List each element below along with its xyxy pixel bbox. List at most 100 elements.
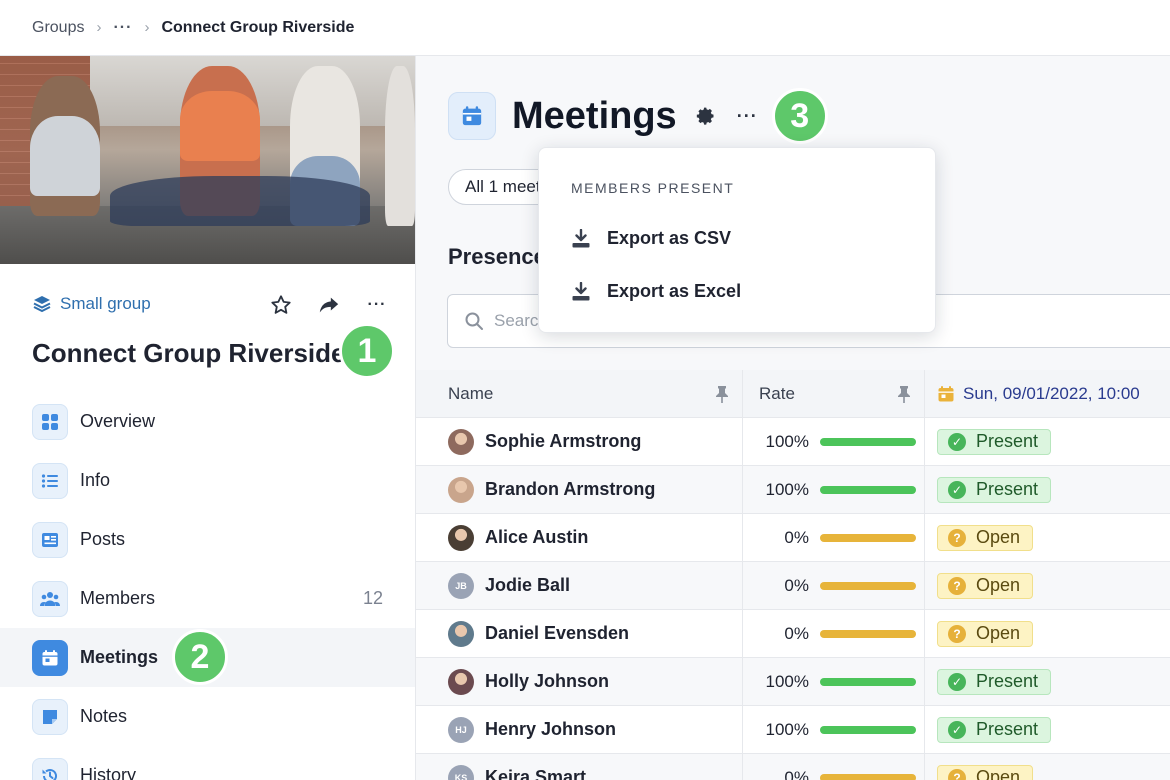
column-header-label: Rate <box>759 383 795 403</box>
page-header: Meetings ··· 3 <box>448 88 828 144</box>
status-badge[interactable]: ? Open <box>937 620 1034 647</box>
sidebar: Small group ··· Connect Group Riverside … <box>0 56 416 780</box>
column-header-label: Sun, 09/01/2022, 10:00 <box>963 383 1140 403</box>
rate-value: 0% <box>784 575 809 595</box>
member-name[interactable]: Sophie Armstrong <box>485 431 641 452</box>
page-title: Meetings <box>512 94 677 137</box>
rate-value: 100% <box>765 671 809 691</box>
attendance-cell: ✓ Present <box>925 658 1170 705</box>
sidebar-item-overview[interactable]: Overview <box>0 392 415 451</box>
calendar-icon <box>448 92 496 140</box>
sidebar-item-label: Notes <box>80 706 128 726</box>
pin-icon[interactable] <box>896 385 912 403</box>
sidebar-item-posts[interactable]: Posts <box>0 510 415 569</box>
status-badge[interactable]: ✓ Present <box>937 668 1052 695</box>
member-name[interactable]: Brandon Armstrong <box>485 479 655 500</box>
status-badge[interactable]: ✓ Present <box>937 428 1052 455</box>
rate-value: 100% <box>765 479 809 499</box>
newspaper-icon <box>32 521 68 558</box>
export-csv-menu-item[interactable]: Export as CSV <box>571 228 731 249</box>
attendance-cell: ? Open <box>925 514 1170 561</box>
status-badge[interactable]: ? Open <box>937 524 1034 551</box>
gear-icon[interactable] <box>695 105 717 127</box>
member-name[interactable]: Keira Smart <box>485 767 586 780</box>
status-label: Open <box>976 575 1021 595</box>
column-header-name[interactable]: Name <box>416 370 743 417</box>
status-badge[interactable]: ? Open <box>937 764 1034 780</box>
avatar[interactable] <box>448 524 474 551</box>
sidebar-item-history[interactable]: History <box>0 746 415 780</box>
rate-cell: 0% <box>743 562 925 609</box>
rate-bar <box>820 725 916 734</box>
people-icon <box>32 580 68 617</box>
more-options-icon[interactable]: ··· <box>364 292 390 318</box>
rate-cell: 100% <box>743 418 925 465</box>
status-label: Open <box>976 527 1021 547</box>
more-options-icon[interactable]: ··· <box>737 106 758 127</box>
check-icon: ✓ <box>948 432 966 451</box>
table-row[interactable]: KS Keira Smart 0% ? Open <box>416 754 1170 780</box>
avatar[interactable] <box>448 428 474 455</box>
table-header-row: Name Rate Sun, 09/01/2022, 10:00 <box>416 370 1170 418</box>
attendance-cell: ✓ Present <box>925 466 1170 513</box>
name-cell: JB Jodie Ball <box>416 562 743 609</box>
status-label: Present <box>976 671 1039 691</box>
annotation-badge-2: 2 <box>172 629 228 685</box>
breadcrumb-ellipsis[interactable]: ··· <box>113 19 132 37</box>
member-name[interactable]: Jodie Ball <box>485 575 570 596</box>
status-badge[interactable]: ? Open <box>937 572 1034 599</box>
rate-cell: 100% <box>743 466 925 513</box>
table-row[interactable]: Sophie Armstrong 100% ✓ Present <box>416 418 1170 466</box>
status-badge[interactable]: ✓ Present <box>937 716 1052 743</box>
question-icon: ? <box>948 624 966 643</box>
table-row[interactable]: Brandon Armstrong 100% ✓ Present <box>416 466 1170 514</box>
sidebar-item-notes[interactable]: Notes <box>0 687 415 746</box>
rate-bar <box>820 629 916 638</box>
column-header-meeting-date[interactable]: Sun, 09/01/2022, 10:00 <box>925 370 1170 417</box>
group-actions: ··· <box>268 292 390 318</box>
breadcrumb-groups-link[interactable]: Groups <box>32 19 84 37</box>
member-name[interactable]: Henry Johnson <box>485 719 616 740</box>
avatar[interactable]: JB <box>448 572 474 599</box>
table-row[interactable]: Daniel Evensden 0%? Open <box>416 610 1170 658</box>
attendance-cell: ? Open <box>925 754 1170 780</box>
share-icon[interactable] <box>316 292 342 318</box>
table-row[interactable]: JB Jodie Ball 0% ? Open <box>416 562 1170 610</box>
status-badge[interactable]: ✓ Present <box>937 476 1052 503</box>
sidebar-item-info[interactable]: Info <box>0 451 415 510</box>
sidebar-item-members[interactable]: Members 12 <box>0 569 415 628</box>
check-icon: ✓ <box>948 672 966 691</box>
avatar[interactable]: HJ <box>448 716 474 743</box>
sidebar-item-meetings[interactable]: Meetings 2 <box>0 628 415 687</box>
avatar[interactable]: KS <box>448 764 474 780</box>
menu-item-label: Export as Excel <box>607 281 742 301</box>
member-name[interactable]: Alice Austin <box>485 527 588 548</box>
download-icon <box>572 228 590 247</box>
column-header-rate[interactable]: Rate <box>743 370 925 417</box>
attendance-cell: ✓ Present <box>925 418 1170 465</box>
name-cell: Sophie Armstrong <box>416 418 743 465</box>
avatar[interactable] <box>448 476 474 503</box>
table-row[interactable]: HJ Henry Johnson 100% ✓ Present <box>416 706 1170 754</box>
question-icon: ? <box>948 528 966 547</box>
star-icon[interactable] <box>268 292 294 318</box>
member-name[interactable]: Holly Johnson <box>485 671 609 692</box>
rate-value: 0% <box>784 767 809 780</box>
group-type-link[interactable]: Small group <box>32 294 151 314</box>
rate-bar <box>820 485 916 494</box>
note-icon <box>32 698 68 735</box>
breadcrumb-current: Connect Group Riverside <box>161 18 355 36</box>
attendance-cell: ? Open <box>925 562 1170 609</box>
rate-value: 100% <box>765 431 809 451</box>
layers-icon <box>33 296 51 313</box>
pin-icon[interactable] <box>714 385 730 403</box>
calendar-icon <box>938 385 954 401</box>
member-name[interactable]: Daniel Evensden <box>485 623 629 644</box>
table-row[interactable]: Holly Johnson 100% ✓ Present <box>416 658 1170 706</box>
avatar[interactable] <box>448 620 474 647</box>
export-excel-menu-item[interactable]: Export as Excel <box>571 281 741 302</box>
table-row[interactable]: Alice Austin 0%? Open <box>416 514 1170 562</box>
sidebar-item-label: Posts <box>80 529 126 549</box>
dropdown-heading: MEMBERS PRESENT <box>571 180 735 196</box>
avatar[interactable] <box>448 668 474 695</box>
